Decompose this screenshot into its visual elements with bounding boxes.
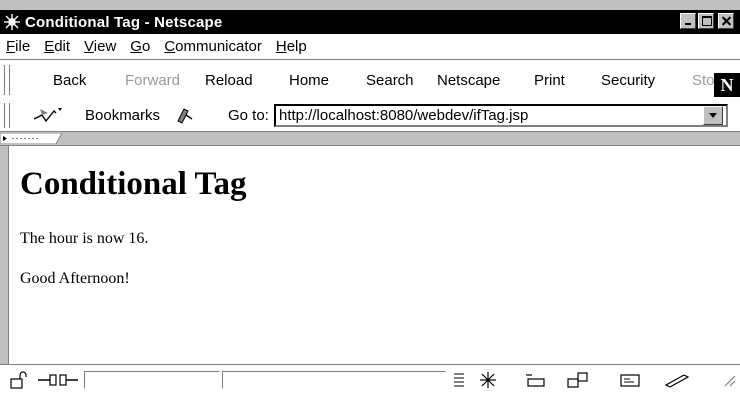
discussion-groups-icon[interactable] (566, 371, 590, 389)
status-bar (0, 364, 740, 393)
goto-label: Go to: (228, 107, 269, 124)
menu-view-label: iew (93, 38, 117, 55)
toolbar-grip[interactable] (4, 65, 10, 95)
browser-window: Conditional Tag - Netscape File Edit Vie… (0, 0, 740, 393)
menu-view[interactable]: View (84, 38, 116, 55)
close-button[interactable] (718, 13, 734, 29)
menu-communicator[interactable]: Communicator (164, 38, 262, 55)
page-proxy-icon[interactable] (174, 105, 196, 125)
back-button[interactable]: Back (53, 72, 86, 89)
menu-view-accel: V (84, 38, 94, 55)
mailbox-icon[interactable] (524, 371, 548, 389)
menu-help[interactable]: Help (276, 38, 307, 55)
progress-field (84, 371, 220, 389)
netscape-logo[interactable]: N (714, 73, 740, 97)
title-bar: Conditional Tag - Netscape (0, 10, 740, 34)
menu-edit[interactable]: Edit (44, 38, 70, 55)
menu-go-accel: G (130, 38, 142, 55)
maximize-button[interactable] (698, 13, 714, 29)
menu-communicator-accel: C (164, 38, 176, 55)
resize-grip-icon[interactable] (722, 373, 736, 387)
location-toolbar: Bookmarks Go to: (0, 100, 740, 132)
menu-bar: File Edit View Go Communicator Help (0, 34, 740, 60)
page-content: Conditional Tag The hour is now 16. Good… (8, 146, 740, 364)
menu-help-label: elp (286, 38, 307, 55)
menu-edit-label: dit (54, 38, 71, 55)
menu-go-label: o (141, 38, 151, 55)
page-heading: Conditional Tag (20, 166, 247, 202)
bookmarks-label[interactable]: Bookmarks (85, 107, 160, 124)
navigator-component-icon[interactable] (478, 371, 498, 389)
netscape-button[interactable]: Netscape (437, 72, 500, 89)
window-controls (680, 13, 734, 29)
menu-go[interactable]: Go (130, 38, 150, 55)
netscape-app-icon[interactable] (1, 11, 23, 33)
personal-toolbar-tab (0, 132, 740, 146)
reload-button[interactable]: Reload (205, 72, 253, 89)
minimize-button[interactable] (680, 13, 696, 29)
menu-help-accel: H (275, 38, 287, 55)
menu-file-accel: F (6, 38, 16, 55)
forward-button[interactable]: Forward (125, 72, 180, 89)
collapse-toolbar-tab[interactable] (0, 133, 70, 144)
stop-button[interactable]: Sto (692, 72, 715, 89)
composer-icon[interactable] (664, 371, 690, 389)
location-toolbar-grip[interactable] (4, 103, 10, 128)
menu-edit-accel: E (44, 38, 55, 55)
greeting-text: Good Afternoon! (20, 270, 130, 287)
address-book-icon[interactable] (618, 371, 642, 389)
document-icon[interactable] (452, 371, 466, 389)
unlocked-padlock-icon[interactable] (8, 371, 28, 389)
menu-file[interactable]: File (6, 38, 30, 55)
security-button[interactable]: Security (601, 72, 655, 89)
hour-text: The hour is now 16. (20, 230, 149, 247)
status-message-field (222, 371, 446, 389)
search-button[interactable]: Search (366, 72, 414, 89)
bookmarks-icon[interactable] (32, 105, 66, 125)
menu-file-label: ile (15, 38, 31, 55)
url-dropdown-button[interactable] (703, 106, 723, 125)
url-input[interactable] (274, 104, 728, 127)
connection-status-icon[interactable] (36, 371, 80, 389)
menu-communicator-label: ommunicator (175, 38, 262, 55)
navigation-toolbar: Back Forward Reload Home Search Netscape… (0, 60, 740, 101)
window-title: Conditional Tag - Netscape (25, 13, 223, 31)
home-button[interactable]: Home (289, 72, 329, 89)
print-button[interactable]: Print (534, 72, 565, 89)
